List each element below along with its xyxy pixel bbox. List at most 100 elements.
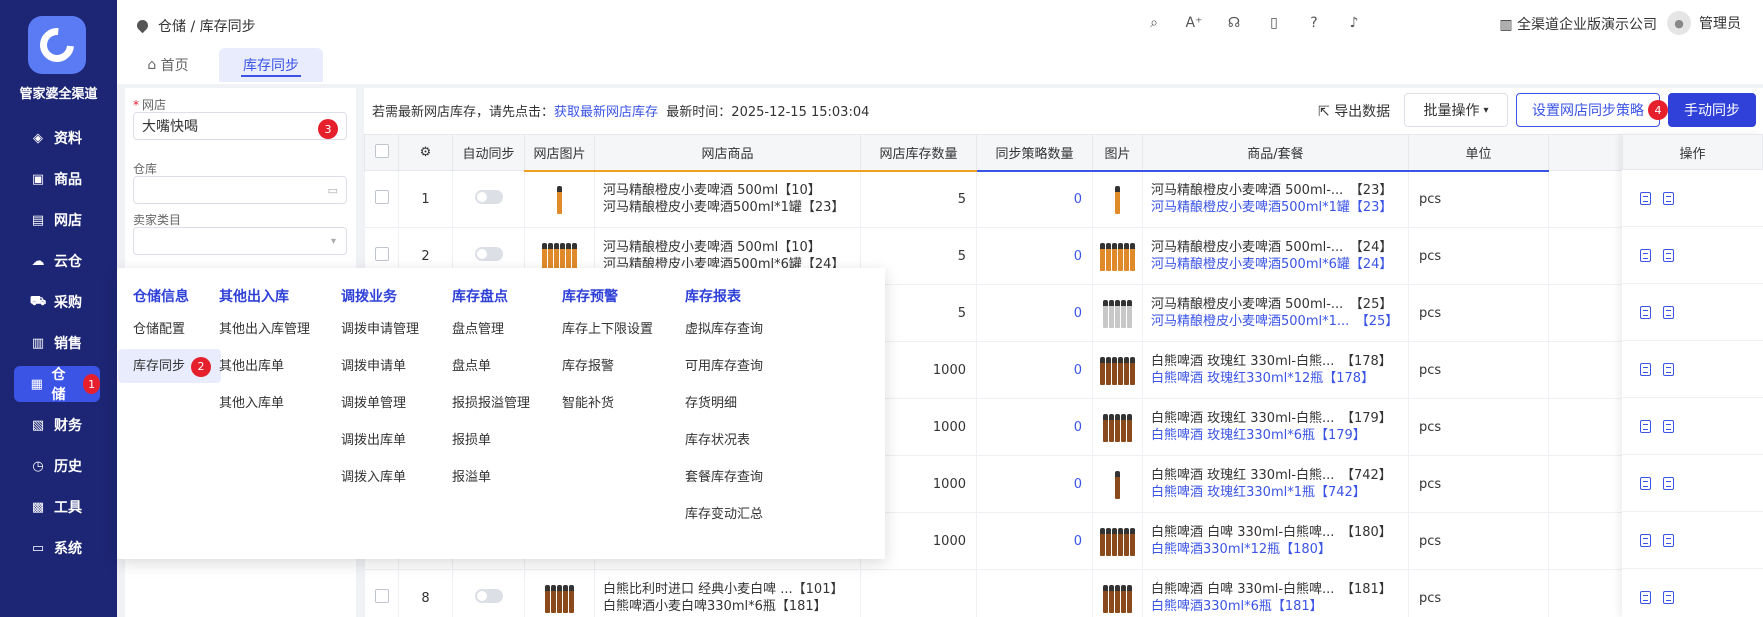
goods-image [1100,237,1135,271]
menu-item-label: 虚拟库存查询 [685,322,764,337]
table-row[interactable]: 1 河马精酿橙皮小麦啤酒 500ml【10】 河马精酿橙皮小麦啤酒500ml*1罐【… [364,170,1763,228]
goods-sku-link[interactable]: 白熊啤酒 玫瑰红330ml*1瓶【742】 [1151,484,1408,501]
copy-icon[interactable] [1640,476,1651,490]
document-icon[interactable] [1663,419,1674,433]
strategy-qty: 0 [976,512,1093,570]
document-icon[interactable] [1663,476,1674,490]
goods-sku-link[interactable]: 河马精酿橙皮小麦啤酒500ml*1... 【25】 [1151,313,1408,330]
menu-item-5-4[interactable]: 套餐库存查询 [685,466,763,485]
shop-select[interactable]: 大嘴快喝 3 [133,112,347,140]
row-checkbox[interactable] [374,247,389,261]
sidebar-item-2[interactable]: ▤ 网店 [14,202,100,238]
select-all-checkbox[interactable] [374,143,389,158]
ai-icon[interactable]: A⁺ [1185,14,1203,32]
menu-item-1-0[interactable]: 其他出入库管理 [219,318,310,337]
document-icon[interactable] [1663,590,1674,604]
menu-item-4-0[interactable]: 库存上下限设置 [562,318,653,337]
menu-item-3-2[interactable]: 报损报溢管理 [452,392,530,411]
shop-product-name: 白熊比利时进口 经典小麦白啤 ...【101】 [603,582,844,597]
goods-image [1100,522,1135,556]
menu-item-3-1[interactable]: 盘点单 [452,355,491,374]
menu-item-2-1[interactable]: 调拨申请单 [341,355,406,374]
goods-sku-link[interactable]: 白熊啤酒330ml*6瓶【181】 [1151,598,1408,615]
bell-icon[interactable]: ♪ [1345,14,1363,32]
copy-icon[interactable] [1640,419,1651,433]
fetch-stock-link[interactable]: 获取最新网店库存 [554,105,658,120]
copy-icon[interactable] [1640,590,1651,604]
menu-item-0-0[interactable]: 仓储配置 [133,318,185,337]
sidebar-item-9[interactable]: ▩ 工具 [14,489,100,525]
row-checkbox[interactable] [374,589,389,603]
auto-sync-toggle[interactable] [474,247,503,261]
menu-item-4-2[interactable]: 智能补货 [562,392,614,411]
menu-item-5-5[interactable]: 库存变动汇总 [685,503,763,522]
sidebar-item-6[interactable]: ▦ 仓储 1 [14,366,100,403]
unit: pcs [1408,398,1549,456]
menu-item-1-1[interactable]: 其他出库单 [219,355,284,374]
sidebar-item-4[interactable]: ⛟ 采购 [14,284,100,320]
search-icon[interactable]: ⌕ [1145,14,1163,32]
menu-item-1-2[interactable]: 其他入库单 [219,392,284,411]
tab-home[interactable]: ⌂ 首页 [127,48,209,82]
building-icon: ▥ [1499,17,1517,33]
export-button[interactable]: ⇱ 导出数据 [1318,101,1390,121]
menu-item-5-0[interactable]: 虚拟库存查询 [685,318,763,337]
batch-ops-button[interactable]: 批量操作 ▾ [1404,93,1508,127]
document-icon[interactable] [1663,533,1674,547]
menu-item-2-2[interactable]: 调拨单管理 [341,392,406,411]
goods-sku-link[interactable]: 白熊啤酒330ml*12瓶【180】 [1151,541,1408,558]
manual-sync-button[interactable]: 手动同步 [1668,93,1756,127]
copy-icon[interactable] [1640,533,1651,547]
tab-stock-sync[interactable]: 库存同步 [219,48,323,82]
copy-icon[interactable] [1640,191,1651,205]
auto-sync-toggle[interactable] [474,589,503,603]
document-icon[interactable] [1663,362,1674,376]
goods-name: 白熊啤酒 玫瑰红 330ml-白熊... 【178】 [1151,354,1392,369]
book-icon[interactable]: ▯ [1265,14,1283,32]
menu-item-3-3[interactable]: 报损单 [452,429,491,448]
user-menu[interactable]: ● 管理员 [1667,11,1741,35]
set-sync-strategy-button[interactable]: 设置网店同步策略 [1516,93,1660,127]
help-icon[interactable]: ? [1305,14,1323,32]
shop-product-sku: 白熊啤酒小麦白啤330ml*6瓶【181】 [603,599,827,614]
menu-item-5-3[interactable]: 库存状况表 [685,429,750,448]
sidebar-item-1[interactable]: ▣ 商品 [14,161,100,197]
document-icon[interactable] [1663,248,1674,262]
shop-product-image [557,180,562,215]
gear-icon[interactable]: ⚙ [420,145,432,160]
goods-sku-link[interactable]: 白熊啤酒 玫瑰红330ml*12瓶【178】 [1151,370,1408,387]
warehouse-select[interactable]: ▭ [133,176,347,204]
unit: pcs [1408,455,1549,513]
goods-image-cell [1092,512,1143,570]
goods-image [1115,180,1120,215]
headset-icon[interactable]: ☊ [1225,14,1243,32]
auto-sync-toggle[interactable] [474,190,503,204]
seller-type-select[interactable]: ▾ [133,227,347,255]
goods-sku-link[interactable]: 河马精酿橙皮小麦啤酒500ml*6罐【24】 [1151,256,1408,273]
sidebar-item-7[interactable]: ▧ 财务 [14,407,100,443]
copy-icon[interactable] [1640,362,1651,376]
sidebar-item-10[interactable]: ▭ 系统 [14,530,100,566]
menu-item-4-1[interactable]: 库存报警 [562,355,614,374]
document-icon[interactable] [1663,191,1674,205]
copy-icon[interactable] [1640,305,1651,319]
copy-icon[interactable] [1640,248,1651,262]
menu-item-2-3[interactable]: 调拨出库单 [341,429,406,448]
menu-item-3-4[interactable]: 报溢单 [452,466,491,485]
menu-item-5-1[interactable]: 可用库存查询 [685,355,763,374]
sidebar-item-8[interactable]: ◷ 历史 [14,448,100,484]
menu-item-2-4[interactable]: 调拨入库单 [341,466,406,485]
document-icon[interactable] [1663,305,1674,319]
menu-item-3-0[interactable]: 盘点管理 [452,318,504,337]
menu-item-2-0[interactable]: 调拨申请管理 [341,318,419,337]
menu-item-5-2[interactable]: 存货明细 [685,392,737,411]
sidebar-item-3[interactable]: ☁ 云仓 [14,243,100,279]
goods-sku-link[interactable]: 白熊啤酒 玫瑰红330ml*6瓶【179】 [1151,427,1408,444]
row-checkbox[interactable] [374,190,389,204]
menu-item-0-1[interactable]: 库存同步 2 [118,349,222,383]
goods-sku-link[interactable]: 河马精酿橙皮小麦啤酒500ml*1罐【23】 [1151,199,1408,216]
sidebar-item-5[interactable]: ▥ 销售 [14,325,100,361]
company-name[interactable]: ▥ 全渠道企业版演示公司 [1499,14,1657,34]
table-row[interactable]: 8 白熊比利时进口 经典小麦白啤 ...【101】 白熊啤酒小麦白啤330ml*6瓶… [364,569,1763,617]
sidebar-item-0[interactable]: ◈ 资料 [14,120,100,156]
